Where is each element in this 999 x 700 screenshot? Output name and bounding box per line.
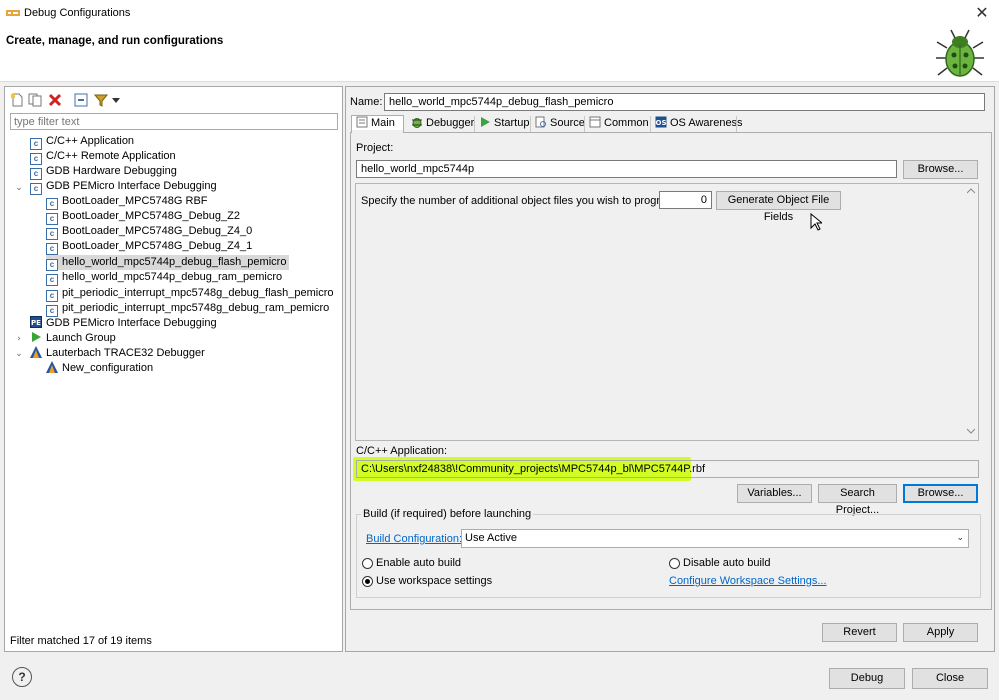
tree-item-new-configuration[interactable]: New_configuration [46, 361, 153, 376]
revert-button[interactable]: Revert [822, 623, 897, 642]
name-label: Name: [350, 96, 383, 108]
tree-item-bootloader-z2[interactable]: c BootLoader_MPC5748G_Debug_Z2 [46, 209, 240, 225]
project-field[interactable]: hello_world_mpc5744p [356, 160, 897, 178]
build-configuration-link[interactable]: Build Configuration: [366, 533, 462, 545]
launch-group-icon [32, 332, 41, 342]
filter-status-text: Filter matched 17 of 19 items [10, 635, 152, 647]
view-menu-icon[interactable] [111, 93, 121, 107]
filter-input[interactable] [10, 113, 338, 130]
collapse-all-icon[interactable] [74, 93, 88, 107]
help-icon[interactable]: ? [12, 667, 32, 687]
tab-source[interactable]: Source [533, 116, 585, 132]
project-browse-button[interactable]: Browse... [903, 160, 978, 179]
tab-separator [736, 116, 737, 132]
source-tab-icon [535, 116, 546, 128]
dialog-header: Create, manage, and run configurations [0, 26, 999, 82]
tree-item-hello-world-ram[interactable]: c hello_world_mpc5744p_debug_ram_pemicro [46, 270, 282, 286]
trace32-icon [30, 346, 42, 358]
tree-item-hello-world-flash[interactable]: c hello_world_mpc5744p_debug_flash_pemicr… [46, 255, 290, 271]
configure-workspace-settings-link[interactable]: Configure Workspace Settings... [669, 575, 827, 587]
startup-tab-icon [481, 117, 490, 127]
svg-text:PE: PE [31, 319, 41, 327]
tab-startup[interactable]: Startup [477, 116, 529, 132]
tree-item-pit-flash[interactable]: c pit_periodic_interrupt_mpc5748g_debug_f… [46, 286, 334, 302]
tab-debugger[interactable]: Debugger [409, 116, 474, 132]
tab-separator [650, 116, 651, 132]
expand-chevron-icon[interactable]: › [14, 334, 24, 344]
trace32-icon [46, 361, 58, 373]
common-tab-icon [589, 116, 601, 128]
new-config-icon[interactable] [10, 93, 24, 107]
debug-app-icon [6, 10, 20, 16]
apply-button[interactable]: Apply [903, 623, 978, 642]
filter-icon[interactable] [94, 93, 108, 107]
tree-item-bootloader-rbf[interactable]: c BootLoader_MPC5748G RBF [46, 194, 208, 210]
c-config-icon: c [46, 274, 58, 286]
tree-item-bootloader-z4-1[interactable]: c BootLoader_MPC5748G_Debug_Z4_1 [46, 239, 252, 255]
variables-button[interactable]: Variables... [737, 484, 812, 503]
use-workspace-settings-radio[interactable] [362, 576, 373, 587]
object-files-area [355, 183, 979, 441]
c-config-icon: c [46, 243, 58, 255]
collapse-chevron-icon[interactable]: ⌄ [14, 349, 24, 359]
close-button[interactable]: Close [912, 668, 988, 689]
title-bar: Debug Configurations ✕ [0, 0, 999, 26]
generate-object-file-fields-button[interactable]: Generate Object File Fields [716, 191, 841, 223]
application-browse-button[interactable]: Browse... [903, 484, 978, 503]
application-field[interactable]: C:\Users\nxf24838\!Community_projects\MP… [356, 460, 979, 478]
name-field[interactable]: hello_world_mpc5744p_debug_flash_pemicro [384, 93, 985, 111]
tab-main-join [352, 130, 403, 134]
tree-item-bootloader-z4-0[interactable]: c BootLoader_MPC5748G_Debug_Z4_0 [46, 224, 252, 240]
object-files-label: Specify the number of additional object … [361, 195, 679, 207]
tree-item-launch-group[interactable]: Launch Group [30, 331, 116, 346]
build-group-label: Build (if required) before launching [361, 508, 534, 520]
enable-auto-build-label: Enable auto build [376, 557, 462, 569]
delete-icon[interactable] [48, 93, 62, 107]
object-files-count-field[interactable]: 0 [659, 191, 712, 209]
tab-separator [584, 116, 585, 132]
tab-common[interactable]: Common [587, 116, 649, 132]
tree-item-c-remote-application[interactable]: c C/C++ Remote Application [30, 149, 176, 165]
debugger-tab-icon [412, 118, 422, 128]
tab-separator [474, 116, 475, 132]
main-tab-icon [356, 116, 368, 128]
svg-text:OS: OS [656, 119, 667, 127]
dialog-heading: Create, manage, and run configurations [6, 35, 224, 47]
disable-auto-build-label: Disable auto build [683, 557, 771, 569]
tab-separator [530, 116, 531, 132]
enable-auto-build-radio[interactable] [362, 558, 373, 569]
tree-item-gdb-pemicro-2[interactable]: PE GDB PEMicro Interface Debugging [30, 316, 217, 331]
pemicro-icon: PE [30, 316, 42, 328]
tree-item-gdb-pemicro[interactable]: c GDB PEMicro Interface Debugging [30, 179, 217, 195]
object-files-scrollbar[interactable] [964, 184, 978, 440]
tab-os-awareness[interactable]: OS OS Awareness [653, 116, 743, 132]
debug-button[interactable]: Debug [829, 668, 905, 689]
chevron-down-icon: ⌄ [956, 533, 964, 543]
scroll-down-icon[interactable] [967, 428, 975, 434]
debug-bug-icon [936, 29, 984, 77]
tree-item-c-application[interactable]: c C/C++ Application [30, 134, 134, 150]
disable-auto-build-radio[interactable] [669, 558, 680, 569]
close-window-button[interactable]: ✕ [971, 2, 993, 24]
project-label: Project: [356, 142, 394, 154]
duplicate-icon[interactable] [28, 93, 42, 107]
scroll-up-icon[interactable] [967, 188, 975, 194]
tree-item-pit-ram[interactable]: c pit_periodic_interrupt_mpc5748g_debug_r… [46, 301, 329, 317]
collapse-chevron-icon[interactable]: ⌄ [14, 183, 24, 193]
use-workspace-settings-label: Use workspace settings [376, 575, 493, 587]
tree-item-gdb-hardware[interactable]: c GDB Hardware Debugging [30, 164, 177, 180]
build-configuration-select[interactable]: Use Active ⌄ [461, 529, 969, 548]
application-label: C/C++ Application: [356, 445, 448, 457]
mouse-cursor-icon [810, 213, 822, 231]
window-title: Debug Configurations [24, 7, 131, 19]
tree-item-lauterbach[interactable]: Lauterbach TRACE32 Debugger [30, 346, 205, 361]
os-awareness-tab-icon: OS [655, 116, 667, 128]
c-config-icon: c [30, 183, 42, 195]
search-project-button[interactable]: Search Project... [818, 484, 897, 516]
